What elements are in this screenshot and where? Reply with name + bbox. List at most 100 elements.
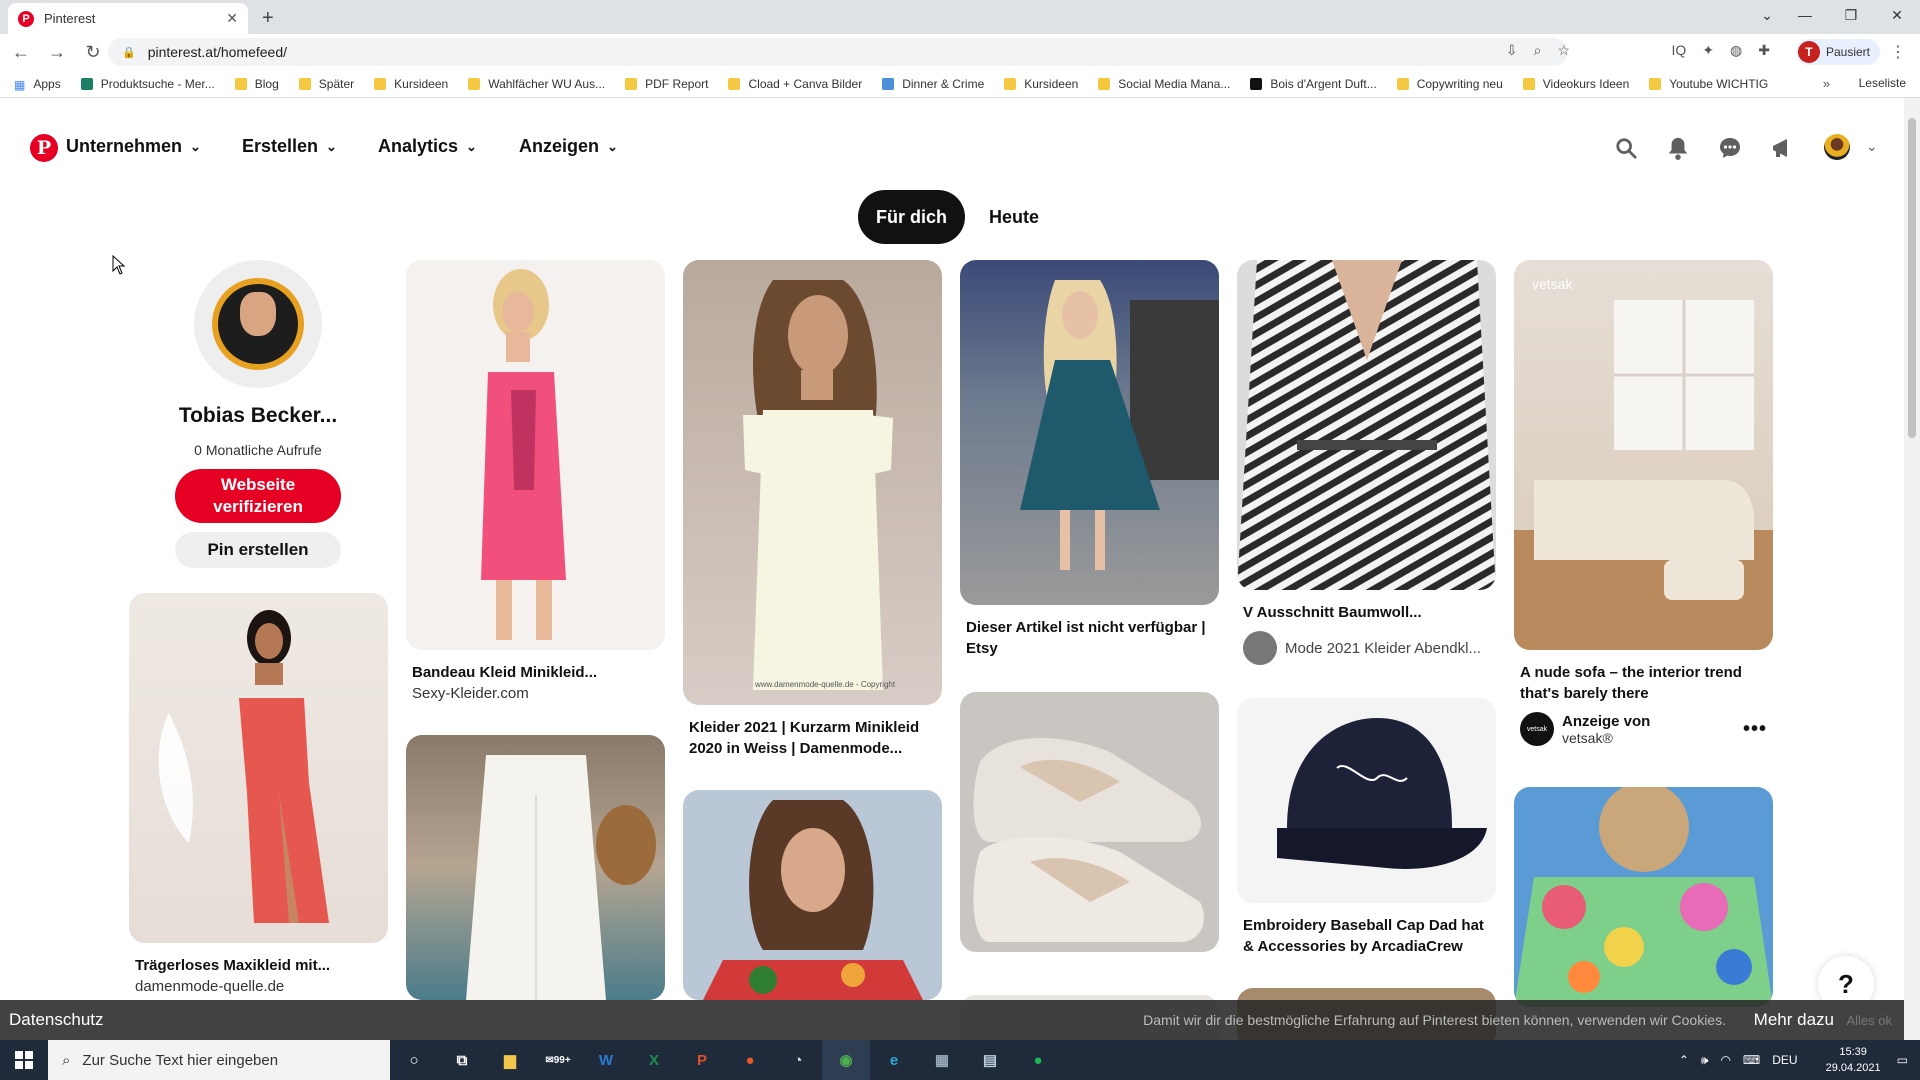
megaphone-icon[interactable] xyxy=(1767,132,1799,164)
account-avatar[interactable] xyxy=(1824,134,1850,160)
nav-analytics[interactable]: Analytics ⌄ xyxy=(378,136,477,157)
notifications-bell-icon[interactable] xyxy=(1662,132,1694,164)
forward-icon[interactable]: → xyxy=(42,42,72,63)
privacy-link[interactable]: Datenschutz xyxy=(9,1010,104,1030)
windows-start-icon[interactable] xyxy=(0,1040,48,1080)
profile-name[interactable]: Tobias Becker... xyxy=(130,404,386,428)
tab-fuer-dich[interactable]: Für dich xyxy=(858,190,965,244)
pin-card[interactable]: Bandeau Kleid Minikleid... Sexy-Kleider.… xyxy=(406,260,665,702)
pin-card[interactable]: Dieser Artikel ist nicht verfügbar | Ets… xyxy=(960,260,1219,659)
new-tab-icon[interactable]: + xyxy=(262,7,274,30)
volume-icon[interactable]: 🕪 xyxy=(1701,1053,1709,1068)
page-scrollbar[interactable] xyxy=(1904,98,1920,1040)
notifications-icon[interactable]: ▭ xyxy=(1897,1053,1908,1067)
pin-title[interactable]: A nude sofa – the interior trend that's … xyxy=(1514,662,1773,704)
pin-source[interactable]: damenmode-quelle.de xyxy=(129,978,388,995)
pin-image[interactable] xyxy=(960,692,1219,952)
bookmark-item[interactable]: Youtube WICHTIG xyxy=(1649,77,1768,91)
more-bookmarks-icon[interactable]: » xyxy=(1823,76,1830,91)
nav-anzeigen[interactable]: Anzeigen ⌄ xyxy=(519,136,618,157)
task-view-icon[interactable]: ⧉ xyxy=(438,1040,486,1080)
bookmark-item[interactable]: Kursideen xyxy=(374,77,448,91)
bookmark-item[interactable]: ▦ Apps xyxy=(14,77,61,92)
bookmark-item[interactable]: Cload + Canva Bilder xyxy=(728,77,862,91)
reload-icon[interactable]: ↻ xyxy=(78,42,108,63)
learn-more-link[interactable]: Mehr dazu xyxy=(1754,1010,1834,1030)
pin-title[interactable]: V Ausschnitt Baumwoll... xyxy=(1237,602,1496,623)
spotify-icon[interactable]: ● xyxy=(1014,1040,1062,1080)
back-icon[interactable]: ← xyxy=(6,42,36,63)
pin-owner[interactable]: Mode 2021 Kleider Abendkl... xyxy=(1237,631,1496,665)
bookmark-item[interactable]: Produktsuche - Mer... xyxy=(80,77,215,91)
pin-title[interactable]: Dieser Artikel ist nicht verfügbar | Ets… xyxy=(960,617,1219,659)
word-icon[interactable]: W xyxy=(582,1040,630,1080)
pin-card[interactable] xyxy=(406,735,665,1000)
powerpoint-icon[interactable]: P xyxy=(678,1040,726,1080)
pinterest-logo-icon[interactable]: P xyxy=(30,134,58,162)
verify-website-button[interactable]: Webseite verifizieren xyxy=(175,469,341,523)
bookmark-item[interactable]: Dinner & Crime xyxy=(882,77,984,91)
bookmark-item[interactable]: Bois d'Argent Duft... xyxy=(1250,77,1377,91)
profile-button[interactable]: T Pausiert xyxy=(1795,39,1880,65)
tray-chevron-up-icon[interactable]: ⌃ xyxy=(1679,1053,1689,1067)
zoom-icon[interactable]: ⌕ xyxy=(1534,42,1542,59)
tab-search-icon[interactable]: ⌄ xyxy=(1752,7,1782,24)
more-options-icon[interactable]: ••• xyxy=(1743,718,1767,741)
install-icon[interactable]: ⇩ xyxy=(1506,42,1518,59)
file-explorer-icon[interactable]: ▆ xyxy=(486,1040,534,1080)
pin-image[interactable] xyxy=(1514,787,1773,1007)
notepad-icon[interactable]: ▤ xyxy=(966,1040,1014,1080)
pin-image[interactable] xyxy=(406,735,665,1000)
bookmark-item[interactable]: Social Media Mana... xyxy=(1098,77,1230,91)
firefox-icon[interactable]: ● xyxy=(726,1040,774,1080)
bookmark-item[interactable]: Kursideen xyxy=(1004,77,1078,91)
extensions-puzzle-icon[interactable]: ✚ xyxy=(1758,42,1770,59)
nav-unternehmen[interactable]: Unternehmen ⌄ xyxy=(66,136,201,157)
pin-source[interactable]: Sexy-Kleider.com xyxy=(406,685,665,702)
pin-image[interactable] xyxy=(1237,698,1496,903)
pin-card[interactable]: Trägerloses Maxikleid mit... damenmode-q… xyxy=(129,593,388,995)
extension-icon[interactable]: ✦ xyxy=(1702,42,1714,59)
bookmark-item[interactable]: Blog xyxy=(234,77,279,91)
pin-card[interactable] xyxy=(960,692,1219,952)
pin-card[interactable]: Embroidery Baseball Cap Dad hat & Access… xyxy=(1237,698,1496,957)
account-chevron-down-icon[interactable]: ⌄ xyxy=(1866,138,1878,155)
extension-iq-icon[interactable]: IQ xyxy=(1672,42,1687,59)
accept-cookies-button[interactable]: Alles ok xyxy=(1846,1013,1892,1028)
edge-icon[interactable]: e xyxy=(870,1040,918,1080)
messages-icon[interactable] xyxy=(1714,132,1746,164)
pin-title[interactable]: Embroidery Baseball Cap Dad hat & Access… xyxy=(1237,915,1496,957)
tab-close-icon[interactable]: ✕ xyxy=(226,10,238,27)
pin-card[interactable]: V Ausschnitt Baumwoll... Mode 2021 Kleid… xyxy=(1237,260,1496,665)
pin-title[interactable]: Trägerloses Maxikleid mit... xyxy=(129,955,388,976)
search-icon[interactable] xyxy=(1610,132,1642,164)
tab-heute[interactable]: Heute xyxy=(971,190,1057,244)
pin-card[interactable] xyxy=(1514,787,1773,1007)
nav-erstellen[interactable]: Erstellen ⌄ xyxy=(242,136,337,157)
app-icon[interactable]: ▦ xyxy=(918,1040,966,1080)
profile-avatar[interactable] xyxy=(194,260,322,388)
taskbar-clock[interactable]: 15:39 29.04.2021 xyxy=(1826,1044,1881,1076)
minimize-icon[interactable]: — xyxy=(1782,7,1828,23)
language-indicator[interactable]: DEU xyxy=(1772,1053,1797,1067)
pin-card[interactable]: www.damenmode-quelle.de - Copyright Klei… xyxy=(683,260,942,759)
pin-card[interactable]: vetsak A nude sofa – the interior trend … xyxy=(1514,260,1773,746)
bookmark-item[interactable]: Copywriting neu xyxy=(1396,77,1503,91)
excel-icon[interactable]: X xyxy=(630,1040,678,1080)
url-input[interactable]: 🔒 pinterest.at/homefeed/ xyxy=(108,38,1568,66)
taskbar-search-input[interactable]: ⌕ Zur Suche Text hier eingeben xyxy=(48,1040,390,1080)
scrollbar-thumb[interactable] xyxy=(1908,118,1916,438)
browser-menu-icon[interactable]: ⋮ xyxy=(1890,42,1906,62)
bookmark-star-icon[interactable]: ☆ xyxy=(1557,42,1570,59)
bookmark-item[interactable]: Videokurs Ideen xyxy=(1522,77,1629,91)
pin-image[interactable] xyxy=(1237,260,1496,590)
pin-title[interactable]: Bandeau Kleid Minikleid... xyxy=(406,662,665,683)
create-pin-button[interactable]: Pin erstellen xyxy=(175,532,341,568)
pin-image[interactable] xyxy=(683,790,942,1000)
close-window-icon[interactable]: ✕ xyxy=(1874,7,1920,24)
pin-image[interactable]: vetsak xyxy=(1514,260,1773,650)
reading-list-button[interactable]: Leseliste xyxy=(1859,76,1906,90)
cortana-icon[interactable]: ○ xyxy=(390,1040,438,1080)
keyboard-icon[interactable]: ⌨ xyxy=(1743,1053,1760,1067)
lock-icon[interactable]: 🔒 xyxy=(122,46,136,59)
